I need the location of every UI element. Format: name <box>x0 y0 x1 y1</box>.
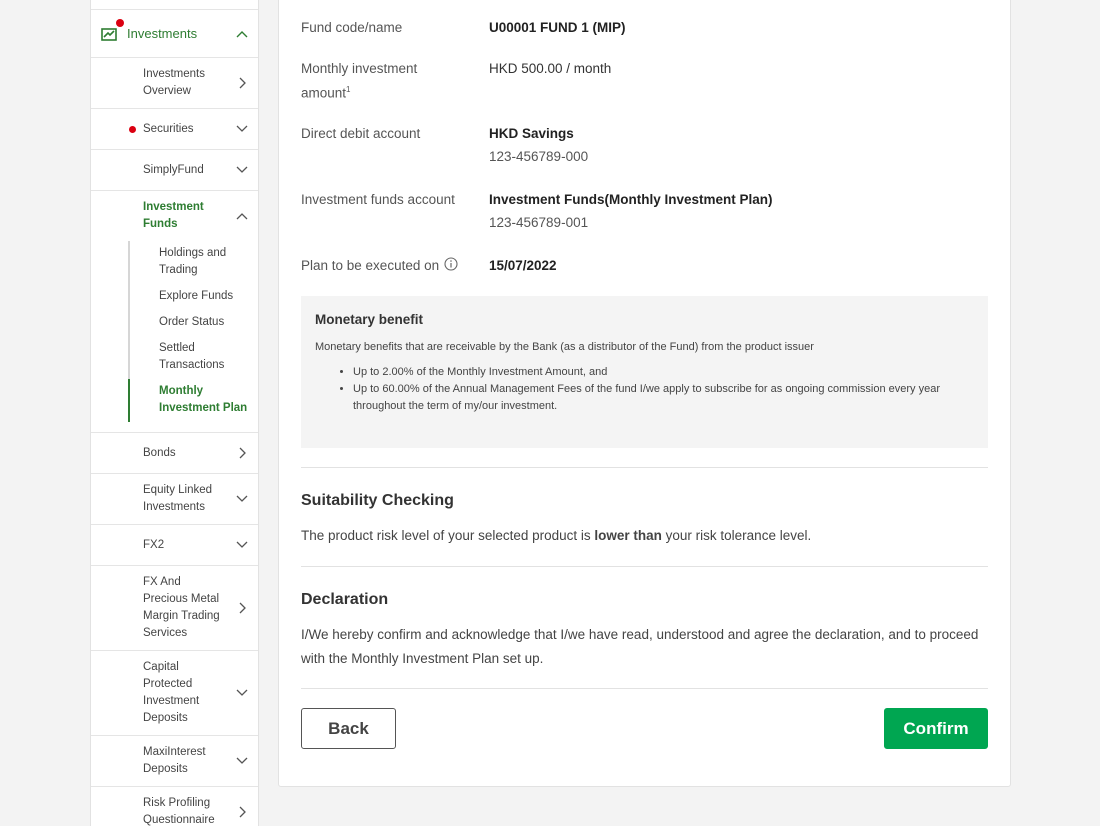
amount-label-text: Monthly investment amount <box>301 61 418 101</box>
chevron-right-icon <box>230 71 254 95</box>
side-nav: Investments Investments Overview Securit… <box>90 0 259 826</box>
funds-account-number: 123-456789-001 <box>489 215 589 230</box>
funds-account-label: Investment funds account <box>301 192 455 207</box>
sidebar-item-bonds[interactable]: Bonds <box>91 433 258 474</box>
sidebar-subitem-order-status[interactable]: Order Status <box>128 310 258 336</box>
alert-dot <box>116 18 124 27</box>
fund-value: U00001 FUND 1 (MIP) <box>489 20 626 35</box>
sidebar-item-investment-funds[interactable]: Investment Funds <box>91 191 258 241</box>
sidebar-item-label: Securities <box>143 122 194 135</box>
sidebar-item-fx-precious-metal[interactable]: FX And Precious Metal Margin Trading Ser… <box>91 566 258 651</box>
sidebar-item-label: Investment Funds <box>143 201 204 230</box>
sidebar-subitem-explore-funds[interactable]: Explore Funds <box>128 284 258 310</box>
declaration-title: Declaration <box>301 591 389 608</box>
debit-account-name: HKD Savings <box>489 126 574 141</box>
divider <box>301 467 988 468</box>
sidebar-item-label: FX And Precious Metal Margin Trading Ser… <box>143 576 220 639</box>
sidebar-item-label: Investments Overview <box>143 68 205 97</box>
fund-label: Fund code/name <box>301 20 403 35</box>
monetary-benefit-title: Monetary benefit <box>315 312 424 327</box>
suitability-text-post: your risk tolerance level. <box>661 528 812 543</box>
sidebar-item-risk-profiling[interactable]: Risk Profiling Questionnaire <box>91 787 258 826</box>
confirmation-card: Fund code/name U00001 FUND 1 (MIP) Month… <box>278 0 1011 787</box>
debit-account-number: 123-456789-000 <box>489 149 589 164</box>
date-label-text: Plan to be executed on <box>301 258 440 273</box>
monetary-benefit-bullet: Up to 60.00% of the Annual Management Fe… <box>353 381 974 415</box>
sidebar-subitem-holdings-and-trading[interactable]: Holdings and Trading <box>128 241 258 284</box>
sidebar-item-label: MaxiInterest Deposits <box>143 746 206 775</box>
declaration-text: I/We hereby confirm and acknowledge that… <box>301 627 979 666</box>
sidebar-header-investments[interactable]: Investments <box>91 10 258 58</box>
date-label: Plan to be executed on <box>301 255 481 277</box>
sidebar-item-capital-protected[interactable]: Capital Protected Investment Deposits <box>91 651 258 736</box>
sidebar-item-label: Equity Linked Investments <box>143 484 213 513</box>
sidebar-item-label: FX2 <box>143 538 165 551</box>
confirm-button[interactable]: Confirm <box>884 708 988 749</box>
chevron-up-icon <box>230 204 254 228</box>
monetary-benefit-box: Monetary benefit Monetary benefits that … <box>301 296 988 448</box>
sidebar-item-investments-overview[interactable]: Investments Overview <box>91 58 258 109</box>
chevron-right-icon <box>230 441 254 465</box>
chevron-down-icon <box>230 681 254 705</box>
chevron-down-icon <box>230 533 254 557</box>
sidebar-item-simplyfund[interactable]: SimplyFund <box>91 150 258 191</box>
sidebar-item-securities[interactable]: Securities <box>91 109 258 150</box>
amount-label: Monthly investment amount1 <box>301 58 451 104</box>
chevron-down-icon <box>230 117 254 141</box>
sidebar-header-label: Investments <box>127 26 198 41</box>
investment-funds-submenu: Holdings and Trading Explore Funds Order… <box>91 241 258 433</box>
suitability-text-pre: The product risk level of your selected … <box>301 528 595 543</box>
monetary-benefit-bullet: Up to 2.00% of the Monthly Investment Am… <box>353 364 974 381</box>
footnote-marker: 1 <box>346 85 351 94</box>
date-value: 15/07/2022 <box>489 258 557 273</box>
suitability-title: Suitability Checking <box>301 492 454 509</box>
chevron-right-icon <box>230 596 254 620</box>
sidebar-subitem-monthly-investment-plan[interactable]: Monthly Investment Plan <box>128 379 258 422</box>
sidebar-subitem-settled-transactions[interactable]: Settled Transactions <box>128 336 258 379</box>
chevron-right-icon <box>230 800 254 824</box>
funds-account-name: Investment Funds(Monthly Investment Plan… <box>489 192 773 207</box>
monetary-benefit-list: Up to 2.00% of the Monthly Investment Am… <box>315 364 974 415</box>
sidebar-item-label: SimplyFund <box>143 163 204 176</box>
divider <box>301 566 988 567</box>
amount-value: HKD 500.00 / month <box>489 61 612 76</box>
suitability-text-strong: lower than <box>594 528 662 543</box>
chevron-down-icon <box>230 749 254 773</box>
sidebar-item-equity-linked-investments[interactable]: Equity Linked Investments <box>91 474 258 525</box>
chart-icon <box>101 18 124 42</box>
divider <box>301 688 988 689</box>
back-button[interactable]: Back <box>301 708 396 749</box>
side-nav-top <box>91 0 258 10</box>
sidebar-item-label: Bonds <box>143 446 176 459</box>
suitability-text: The product risk level of your selected … <box>301 524 991 548</box>
chevron-down-icon <box>230 487 254 511</box>
chevron-down-icon <box>230 158 254 182</box>
alert-dot <box>129 126 136 133</box>
chevron-up-icon[interactable] <box>230 22 254 46</box>
sidebar-item-label: Capital Protected Investment Deposits <box>143 661 200 724</box>
info-icon[interactable] <box>444 256 458 277</box>
sidebar-item-label: Risk Profiling Questionnaire <box>143 797 215 826</box>
sidebar-item-fx2[interactable]: FX2 <box>91 525 258 566</box>
sidebar-item-maxiinterest-deposits[interactable]: MaxiInterest Deposits <box>91 736 258 787</box>
debit-label: Direct debit account <box>301 126 421 141</box>
monetary-benefit-intro: Monetary benefits that are receivable by… <box>315 341 814 353</box>
